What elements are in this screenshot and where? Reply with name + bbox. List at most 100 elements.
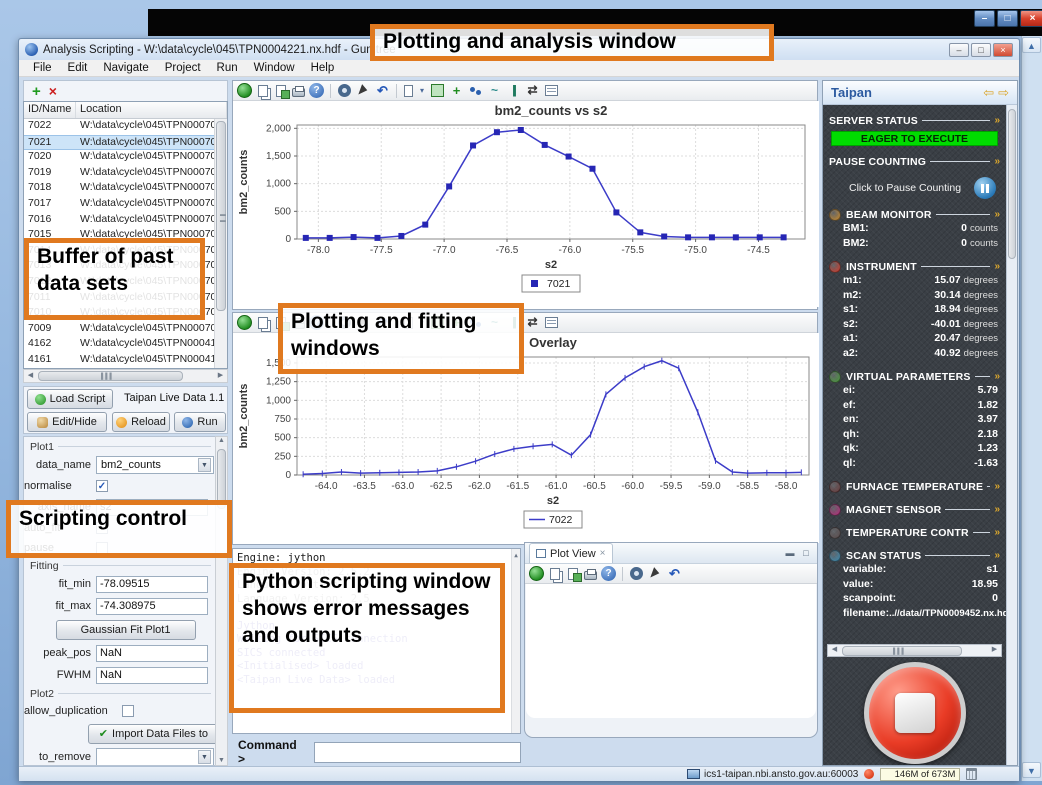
command-input[interactable] xyxy=(314,742,521,763)
copy-icon[interactable] xyxy=(258,317,268,329)
input-FWHM[interactable]: NaN xyxy=(96,667,208,684)
vscroll-thumb[interactable]: ▬▬ xyxy=(216,121,226,311)
buffer-vscrollbar[interactable]: ▬▬ xyxy=(214,119,227,368)
delete-icon[interactable]: × xyxy=(49,83,57,99)
hscroll-thumb[interactable]: ▌▌▌ xyxy=(38,371,183,381)
collapse-icon[interactable]: » xyxy=(994,156,1000,167)
scroll-right-icon[interactable]: ▶ xyxy=(214,370,227,382)
buffer-hscrollbar[interactable]: ◀ ▌▌▌ ▶ xyxy=(23,369,228,383)
taipan-hscroll-thumb[interactable]: ▌▌▌ xyxy=(842,646,962,656)
copy-icon[interactable] xyxy=(550,568,560,580)
app-restore-button[interactable]: □ xyxy=(971,43,991,57)
reload-button[interactable]: Reload xyxy=(112,412,170,432)
gear-icon[interactable] xyxy=(630,567,643,580)
table-row[interactable]: 4161W:\data\cycle\045\TPN0004161 xyxy=(24,353,227,369)
globe-icon[interactable] xyxy=(529,566,544,581)
chevron-down-icon[interactable]: ▼ xyxy=(198,750,211,764)
maximize-button[interactable]: □ xyxy=(997,10,1018,27)
collapse-icon[interactable]: » xyxy=(994,115,1000,126)
data-buffer-table[interactable]: ID/NameLocation7022W:\data\cycle\045\TPN… xyxy=(23,101,228,369)
table-row[interactable]: 7018W:\data\cycle\045\TPN0007018 xyxy=(24,181,227,197)
table-row[interactable]: 7017W:\data\cycle\045\TPN0007017 xyxy=(24,197,227,213)
taipan-scroll-thumb[interactable] xyxy=(1008,109,1016,259)
menu-run[interactable]: Run xyxy=(209,62,246,74)
scroll-down-icon[interactable]: ▼ xyxy=(1022,762,1041,778)
copy-new-icon[interactable] xyxy=(568,568,578,580)
globe-icon[interactable] xyxy=(237,83,252,98)
button-import-data-files-to[interactable]: ✔Import Data Files to xyxy=(88,724,219,744)
gear-icon[interactable] xyxy=(338,84,351,97)
pointer-icon[interactable] xyxy=(648,566,663,581)
outer-scrollbar[interactable]: ▲ ▼ xyxy=(1021,36,1042,781)
form-scrollbar[interactable]: ▲ ▼ xyxy=(215,436,228,766)
close-button[interactable]: × xyxy=(1020,10,1042,27)
dd-icon[interactable]: ▾ xyxy=(418,83,426,98)
print-icon[interactable] xyxy=(584,571,597,580)
globe-icon[interactable] xyxy=(237,315,252,330)
menu-navigate[interactable]: Navigate xyxy=(95,62,156,74)
table-row[interactable]: 7020W:\data\cycle\045\TPN0007020 xyxy=(24,150,227,166)
collapse-icon[interactable]: » xyxy=(994,481,1000,492)
copy-icon[interactable] xyxy=(258,85,268,97)
forward-arrow-icon[interactable]: ⇨ xyxy=(998,85,1009,101)
run-button[interactable]: Run xyxy=(174,412,226,432)
scroll-up-icon[interactable]: ▲ xyxy=(1022,37,1041,53)
minimize-view-icon[interactable]: ▬ xyxy=(783,548,797,558)
input-fit_max[interactable]: -74.308975 xyxy=(96,598,208,615)
menu-project[interactable]: Project xyxy=(157,62,209,74)
marker-plus-icon[interactable]: + xyxy=(449,83,464,98)
table-row[interactable]: 7021W:\data\cycle\045\TPN0007021 xyxy=(24,135,227,151)
menu-edit[interactable]: Edit xyxy=(60,62,96,74)
menu-help[interactable]: Help xyxy=(303,62,343,74)
print-icon[interactable] xyxy=(292,88,305,97)
collapse-icon[interactable]: » xyxy=(994,371,1000,382)
levels-icon[interactable]: || xyxy=(506,83,521,98)
legend-icon[interactable] xyxy=(545,317,558,328)
table-row[interactable]: 7022W:\data\cycle\045\TPN0007022 xyxy=(24,119,227,135)
undo-icon[interactable]: ↶ xyxy=(667,566,682,581)
add-icon[interactable]: + xyxy=(32,83,41,100)
input-peak_pos[interactable]: NaN xyxy=(96,645,208,662)
export-icon[interactable] xyxy=(404,85,413,97)
minimize-button[interactable]: – xyxy=(974,10,995,27)
select-data_name[interactable]: bm2_counts▼ xyxy=(96,456,214,474)
plot1-chart[interactable]: bm2_counts vs s2-78.0-77.5-77.0-76.5-76.… xyxy=(233,101,819,307)
select-to_remove[interactable]: ▼ xyxy=(96,748,214,766)
scroll-left-icon[interactable]: ◀ xyxy=(24,370,37,382)
points-icon[interactable] xyxy=(468,83,483,98)
tab-plot-view[interactable]: Plot View × xyxy=(529,543,613,563)
pause-button[interactable] xyxy=(974,177,996,199)
table-row[interactable]: 4162W:\data\cycle\045\TPN0004162 xyxy=(24,337,227,353)
button-gaussian-fit-plot1[interactable]: Gaussian Fit Plot1 xyxy=(56,620,196,640)
console-scrollbar[interactable]: ▲ xyxy=(511,549,520,733)
column-header[interactable]: Location xyxy=(76,102,227,118)
back-arrow-icon[interactable]: ⇦ xyxy=(983,85,994,101)
checkbox-allow_duplication[interactable] xyxy=(122,705,134,717)
scroll-left-icon[interactable]: ◀ xyxy=(828,644,841,656)
chevron-down-icon[interactable]: ▼ xyxy=(198,458,211,472)
copy-new-icon[interactable] xyxy=(276,85,286,97)
legend-icon[interactable] xyxy=(545,85,558,96)
table-row[interactable]: 7019W:\data\cycle\045\TPN0007019 xyxy=(24,166,227,182)
load-script-button[interactable]: Load Script xyxy=(27,389,113,409)
collapse-icon[interactable]: » xyxy=(994,209,1000,220)
garbage-collect-icon[interactable] xyxy=(966,768,977,780)
collapse-icon[interactable]: » xyxy=(994,527,1000,538)
collapse-icon[interactable]: » xyxy=(994,261,1000,272)
stop-button[interactable] xyxy=(864,662,966,764)
maximize-view-icon[interactable]: □ xyxy=(799,548,813,558)
swap-icon[interactable]: ⇄ xyxy=(525,83,540,98)
column-header[interactable]: ID/Name xyxy=(24,102,76,118)
swap-icon[interactable]: ⇄ xyxy=(525,315,540,330)
table-row[interactable]: 7016W:\data\cycle\045\TPN0007016 xyxy=(24,213,227,229)
scroll-right-icon[interactable]: ▶ xyxy=(988,644,1001,656)
grid-icon[interactable] xyxy=(431,84,444,97)
table-row[interactable]: 7009W:\data\cycle\045\TPN0007009 xyxy=(24,322,227,338)
edit-hide-button[interactable]: Edit/Hide xyxy=(27,412,107,432)
curve-icon[interactable]: ~ xyxy=(487,83,502,98)
taipan-scrollbar[interactable] xyxy=(1006,105,1017,765)
collapse-icon[interactable]: » xyxy=(994,550,1000,561)
pointer-icon[interactable] xyxy=(356,83,371,98)
help-icon[interactable]: ? xyxy=(309,83,324,98)
help-icon[interactable]: ? xyxy=(601,566,616,581)
